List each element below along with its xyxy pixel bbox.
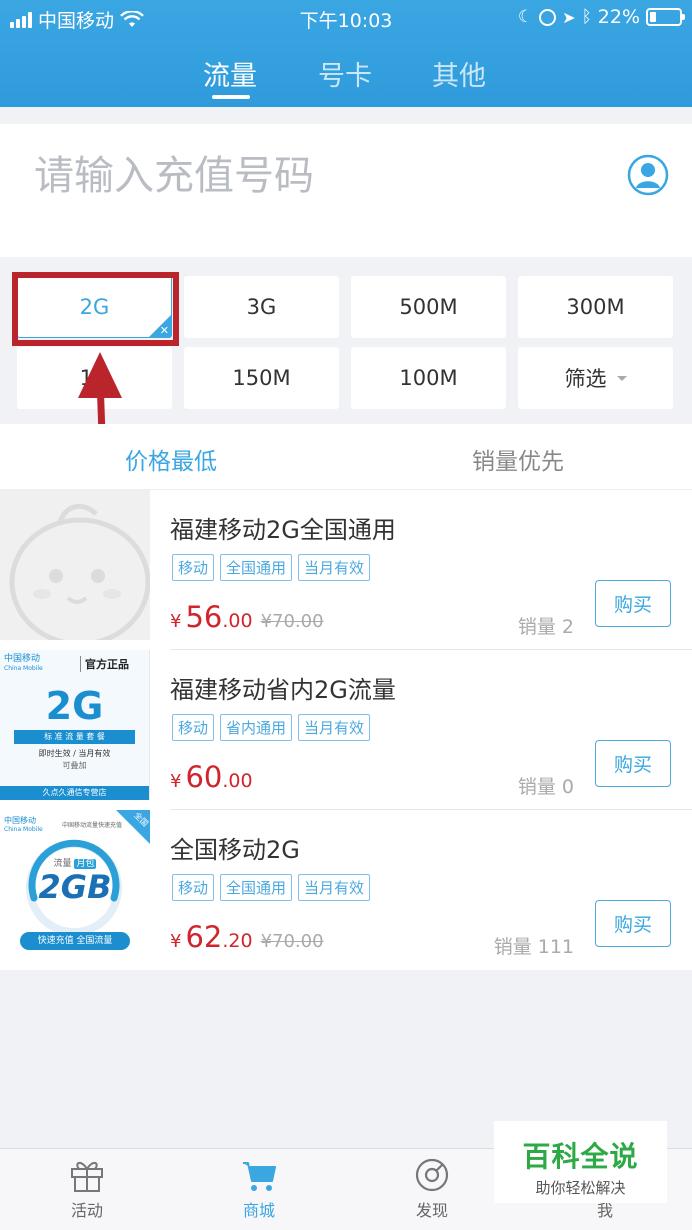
sort-lowest-price[interactable]: 价格最低	[125, 442, 217, 476]
product-item[interactable]: 福建移动2G全国通用 移动 全国通用 当月有效 ¥56.00 ¥70.00 销量 …	[0, 490, 692, 650]
watermark-subtitle: 助你轻松解决	[535, 1179, 626, 1197]
tag: 当月有效	[298, 874, 371, 901]
china-mobile-logo: 中国移动 China Mobile	[4, 654, 43, 672]
price-decimal: .20	[222, 930, 253, 952]
tag: 省内通用	[220, 714, 293, 741]
buy-button[interactable]: 购买	[595, 740, 671, 787]
buy-button[interactable]: 购买	[595, 900, 671, 947]
product-image-2g-card: 中国移动 China Mobile 官方正品 2G 标 准 流 量 套 餐 即时…	[0, 650, 150, 800]
mascot-placeholder-icon	[9, 504, 150, 640]
product-item[interactable]: 中国移动 China Mobile 中国移动流量快速充值 全国 流量 月包 2G…	[0, 810, 692, 970]
official-badge: 官方正品	[80, 656, 129, 672]
product-price: ¥60.00	[170, 760, 253, 794]
product-price: ¥62.20 ¥70.00	[170, 920, 324, 954]
sort-top-sales[interactable]: 销量优先	[472, 442, 564, 476]
product-tags: 移动 省内通用 当月有效	[172, 714, 371, 741]
card-big-text: 2GB	[38, 868, 112, 906]
product-title: 福建移动2G全国通用	[170, 516, 396, 544]
product-tags: 移动 全国通用 当月有效	[172, 874, 371, 901]
watermark-title: 百科全说	[522, 1140, 639, 1173]
currency-symbol: ¥	[170, 771, 182, 792]
product-title: 福建移动省内2G流量	[170, 676, 396, 704]
nav-label: 商城	[242, 1201, 275, 1220]
tag: 当月有效	[298, 554, 371, 581]
tag: 全国通用	[220, 554, 293, 581]
buy-button[interactable]: 购买	[595, 580, 671, 627]
tag: 全国通用	[220, 874, 293, 901]
tag: 移动	[172, 714, 215, 741]
currency-symbol: ¥	[170, 931, 182, 952]
nav-label: 发现	[415, 1201, 448, 1220]
watermark-logo: 百科全说 助你轻松解决	[494, 1121, 667, 1203]
nav-label: 活动	[70, 1201, 103, 1220]
sort-bar: 价格最低 销量优先	[0, 424, 692, 490]
product-title: 全国移动2G	[170, 836, 300, 864]
nav-activity[interactable]: 活动	[42, 1157, 132, 1221]
original-price: ¥70.00	[260, 931, 324, 952]
product-item[interactable]: 中国移动 China Mobile 官方正品 2G 标 准 流 量 套 餐 即时…	[0, 650, 692, 810]
price-integer: 56	[185, 600, 223, 634]
nav-discover[interactable]: 发现	[387, 1157, 477, 1221]
compass-icon	[415, 1158, 449, 1192]
product-price: ¥56.00 ¥70.00	[170, 600, 324, 634]
product-image-2gb-card: 中国移动 China Mobile 中国移动流量快速充值 全国 流量 月包 2G…	[0, 810, 150, 960]
price-integer: 62	[185, 920, 223, 954]
nav-label: 我	[596, 1201, 613, 1220]
price-decimal: .00	[222, 770, 253, 792]
tag: 移动	[172, 554, 215, 581]
cart-icon	[243, 1162, 276, 1191]
card-big-text: 2G	[45, 684, 104, 728]
currency-symbol: ¥	[170, 611, 182, 632]
card-band: 标 准 流 量 套 餐	[14, 730, 135, 744]
product-placeholder-image	[0, 490, 150, 640]
sales-count: 销量 111	[493, 936, 574, 958]
card-subtitle: 中国移动流量快速充值	[62, 822, 123, 829]
nav-mall[interactable]: 商城	[214, 1157, 304, 1221]
card-line1: 即时生效 / 当月有效	[38, 749, 111, 758]
tag: 当月有效	[298, 714, 371, 741]
sales-count: 销量 0	[517, 776, 574, 798]
sales-count: 销量 2	[517, 616, 574, 638]
price-integer: 60	[185, 760, 223, 794]
card-footer: 久点久通信专营店	[0, 786, 149, 800]
original-price: ¥70.00	[260, 611, 324, 632]
card-footer: 快速充值 全国流量	[20, 932, 130, 950]
china-mobile-logo: 中国移动 China Mobile	[4, 816, 43, 833]
price-decimal: .00	[222, 610, 253, 632]
card-line2: 可叠加	[62, 761, 87, 770]
gift-icon	[71, 1162, 103, 1192]
tag: 移动	[172, 874, 215, 901]
product-tags: 移动 全国通用 当月有效	[172, 554, 371, 581]
